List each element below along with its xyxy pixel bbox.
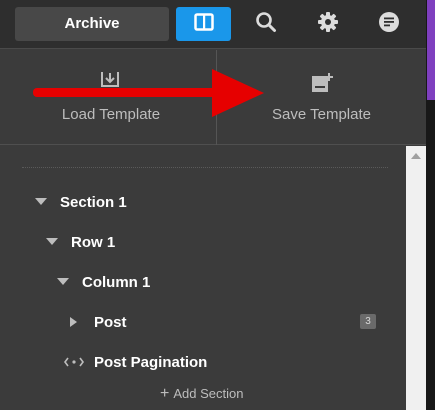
notes-button[interactable]	[369, 7, 409, 41]
gear-icon	[317, 11, 339, 38]
collapse-post-icon[interactable]	[70, 317, 77, 327]
tree-item-post[interactable]: Post	[94, 314, 127, 331]
tree-item-section[interactable]: Section 1	[60, 194, 127, 211]
columns-icon	[193, 12, 214, 36]
add-section-button[interactable]: + Add Section	[160, 385, 243, 403]
tree-item-post-pagination[interactable]: Post Pagination	[94, 354, 207, 371]
notes-icon	[378, 11, 400, 38]
tree-separator	[22, 167, 388, 168]
scrollbar[interactable]	[406, 146, 426, 410]
settings-button[interactable]	[308, 7, 348, 41]
annotation-arrow-shaft	[33, 88, 223, 97]
search-button[interactable]	[246, 7, 286, 41]
window-edge-accent	[427, 0, 435, 100]
tree-item-row[interactable]: Row 1	[71, 234, 115, 251]
load-template-button[interactable]: Load Template	[0, 50, 216, 145]
expand-row-icon[interactable]	[46, 238, 58, 245]
archive-button[interactable]: Archive	[15, 7, 169, 41]
expand-column-icon[interactable]	[57, 278, 69, 285]
plus-icon: +	[160, 385, 170, 402]
save-template-icon	[310, 72, 334, 99]
tree-item-column[interactable]: Column 1	[82, 274, 150, 291]
pagination-icon	[64, 355, 84, 373]
layout-view-button[interactable]	[176, 7, 231, 41]
annotation-arrow-head	[212, 69, 264, 117]
expand-section-icon[interactable]	[35, 198, 47, 205]
search-icon	[255, 11, 277, 38]
load-template-label: Load Template	[61, 106, 161, 123]
scroll-up-arrow-icon[interactable]	[411, 153, 421, 159]
add-section-label: Add Section	[173, 386, 244, 401]
post-count-badge: 3	[360, 314, 376, 329]
